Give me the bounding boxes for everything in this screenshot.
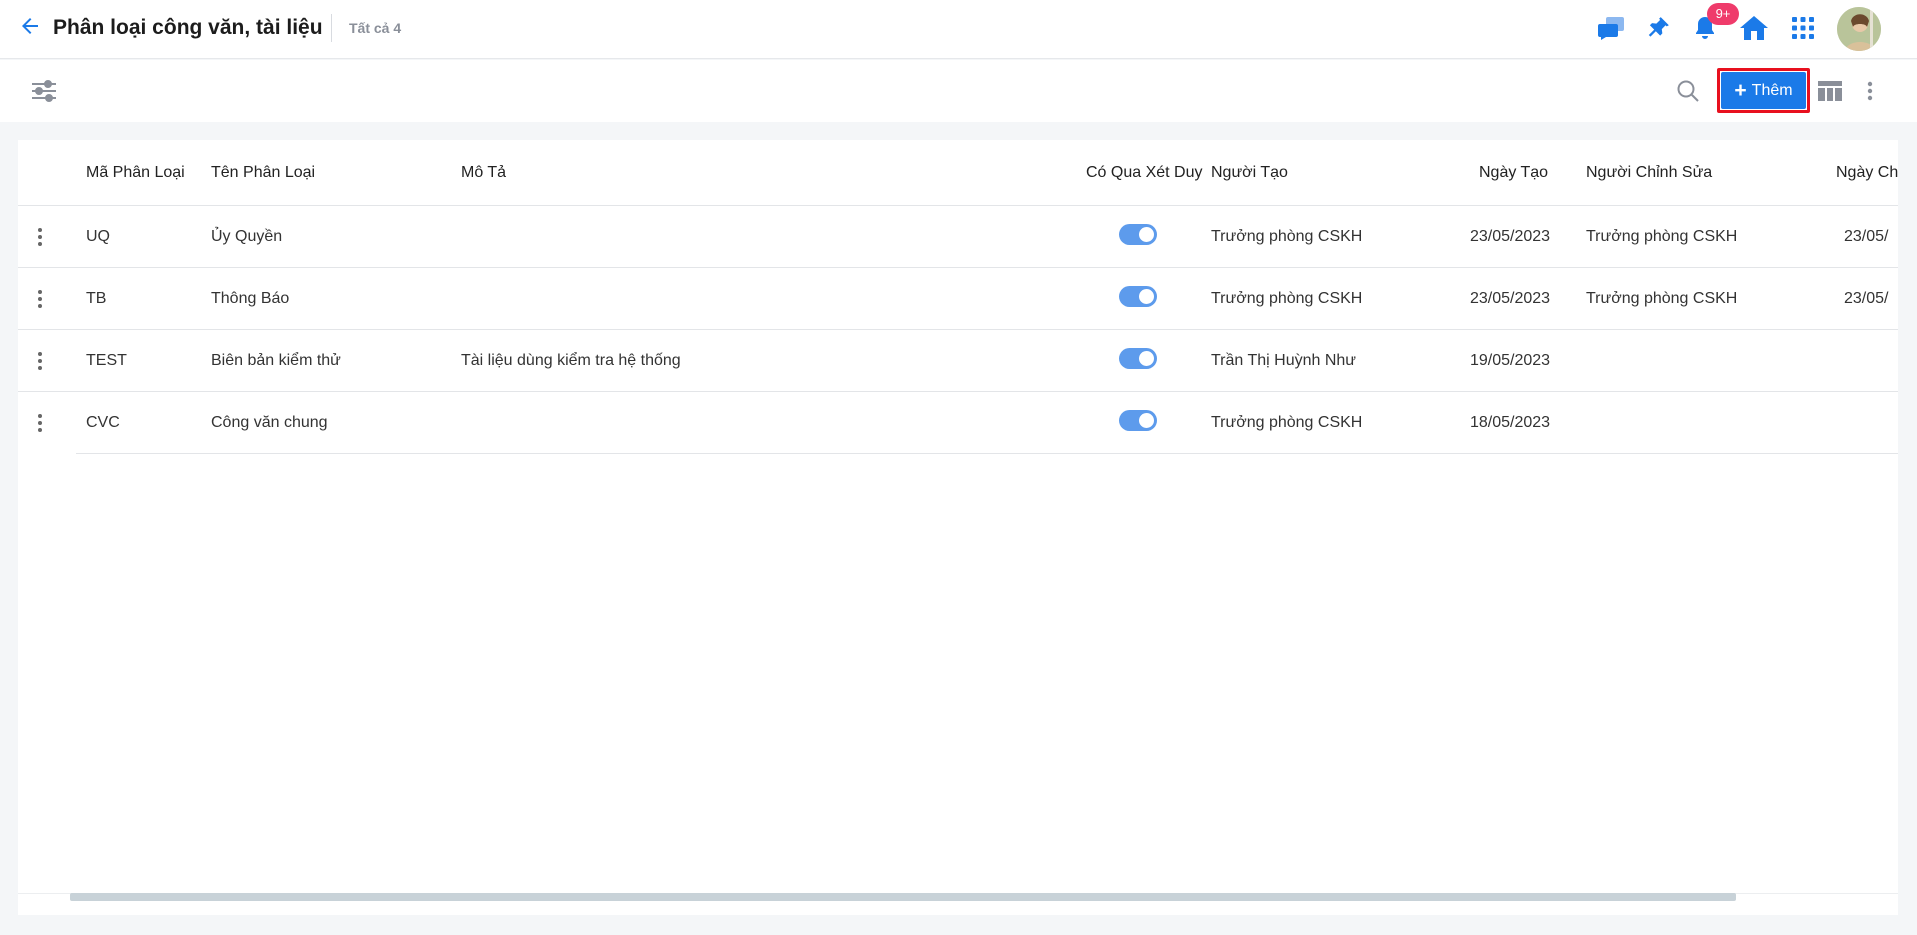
- add-button-label: Thêm: [1751, 81, 1793, 99]
- row-divider: [76, 453, 1898, 454]
- cell-code: TEST: [86, 352, 127, 369]
- col-header-editor[interactable]: Người Chỉnh Sửa: [1586, 140, 1712, 206]
- pin-icon[interactable]: [1643, 13, 1673, 43]
- row-actions-icon[interactable]: [31, 411, 49, 435]
- plus-icon: +: [1734, 79, 1747, 102]
- cell-code: TB: [86, 290, 107, 307]
- row-actions-icon[interactable]: [31, 287, 49, 311]
- apps-grid-icon[interactable]: [1788, 13, 1818, 43]
- horizontal-scrollbar-thumb[interactable]: [70, 893, 1736, 901]
- approval-toggle[interactable]: [1119, 286, 1157, 307]
- more-vertical-icon[interactable]: [1860, 79, 1880, 103]
- cell-created-date: 18/05/2023: [1470, 414, 1551, 431]
- home-icon[interactable]: [1739, 13, 1769, 43]
- title-divider: [331, 14, 332, 42]
- cell-code: UQ: [86, 228, 110, 245]
- cell-edited-date: 23/05/: [1844, 290, 1889, 307]
- cell-creator: Trưởng phòng CSKH: [1211, 414, 1363, 431]
- add-button[interactable]: + Thêm: [1721, 72, 1806, 109]
- cell-created-date: 23/05/2023: [1470, 228, 1551, 245]
- cell-name: Công văn chung: [211, 414, 328, 431]
- col-header-approval[interactable]: Có Qua Xét Duy: [1086, 140, 1203, 206]
- cell-code: CVC: [86, 414, 120, 431]
- approval-toggle[interactable]: [1119, 224, 1157, 245]
- user-avatar[interactable]: [1837, 7, 1881, 51]
- table-card: Mã Phân Loại Tên Phân Loại Mô Tả Có Qua …: [18, 140, 1898, 915]
- page-title: Phân loại công văn, tài liệu: [53, 16, 323, 39]
- cell-created-date: 19/05/2023: [1470, 352, 1551, 369]
- cell-name: Thông Báo: [211, 290, 290, 307]
- cell-edited-date: 23/05/: [1844, 228, 1889, 245]
- col-header-creator[interactable]: Người Tạo: [1211, 140, 1288, 206]
- cell-created-date: 23/05/2023: [1470, 290, 1551, 307]
- col-header-created-date[interactable]: Ngày Tạo: [1479, 140, 1548, 206]
- col-header-edited-date[interactable]: Ngày Ch: [1836, 140, 1898, 206]
- record-count-label: Tất cả 4: [349, 20, 402, 36]
- table-row[interactable]: TB Thông Báo Trưởng phòng CSKH 23/05/202…: [18, 268, 1898, 330]
- table-layout-icon[interactable]: [1818, 80, 1842, 102]
- approval-toggle[interactable]: [1119, 410, 1157, 431]
- cell-creator: Trưởng phòng CSKH: [1211, 290, 1363, 307]
- cell-creator: Trần Thị Huỳnh Như: [1211, 352, 1356, 369]
- col-header-name[interactable]: Tên Phân Loại: [211, 140, 315, 206]
- table-row[interactable]: CVC Công văn chung Trưởng phòng CSKH 18/…: [18, 392, 1898, 454]
- col-header-description[interactable]: Mô Tả: [461, 140, 506, 206]
- row-actions-icon[interactable]: [31, 225, 49, 249]
- table-row[interactable]: UQ Ủy Quyền Trưởng phòng CSKH 23/05/2023…: [18, 206, 1898, 268]
- table-header: Mã Phân Loại Tên Phân Loại Mô Tả Có Qua …: [18, 140, 1898, 206]
- cell-description: Tài liệu dùng kiểm tra hệ thống: [461, 352, 681, 369]
- cell-creator: Trưởng phòng CSKH: [1211, 228, 1363, 245]
- search-icon[interactable]: [1676, 79, 1700, 103]
- col-header-code[interactable]: Mã Phân Loại: [86, 140, 185, 206]
- chat-icon[interactable]: [1597, 13, 1627, 43]
- app-header: Phân loại công văn, tài liệu Tất cả 4 9+: [0, 0, 1917, 59]
- approval-toggle[interactable]: [1119, 348, 1157, 369]
- back-arrow-icon[interactable]: [18, 14, 42, 38]
- table-row[interactable]: TEST Biên bản kiểm thử Tài liệu dùng kiể…: [18, 330, 1898, 392]
- toolbar: [0, 60, 1917, 122]
- cell-name: Ủy Quyền: [211, 228, 283, 245]
- row-actions-icon[interactable]: [31, 349, 49, 373]
- cell-editor: Trưởng phòng CSKH: [1586, 290, 1738, 307]
- cell-editor: Trưởng phòng CSKH: [1586, 228, 1738, 245]
- notification-badge: 9+: [1707, 3, 1739, 25]
- filter-sliders-icon[interactable]: [30, 79, 58, 103]
- cell-name: Biên bản kiểm thử: [211, 352, 341, 369]
